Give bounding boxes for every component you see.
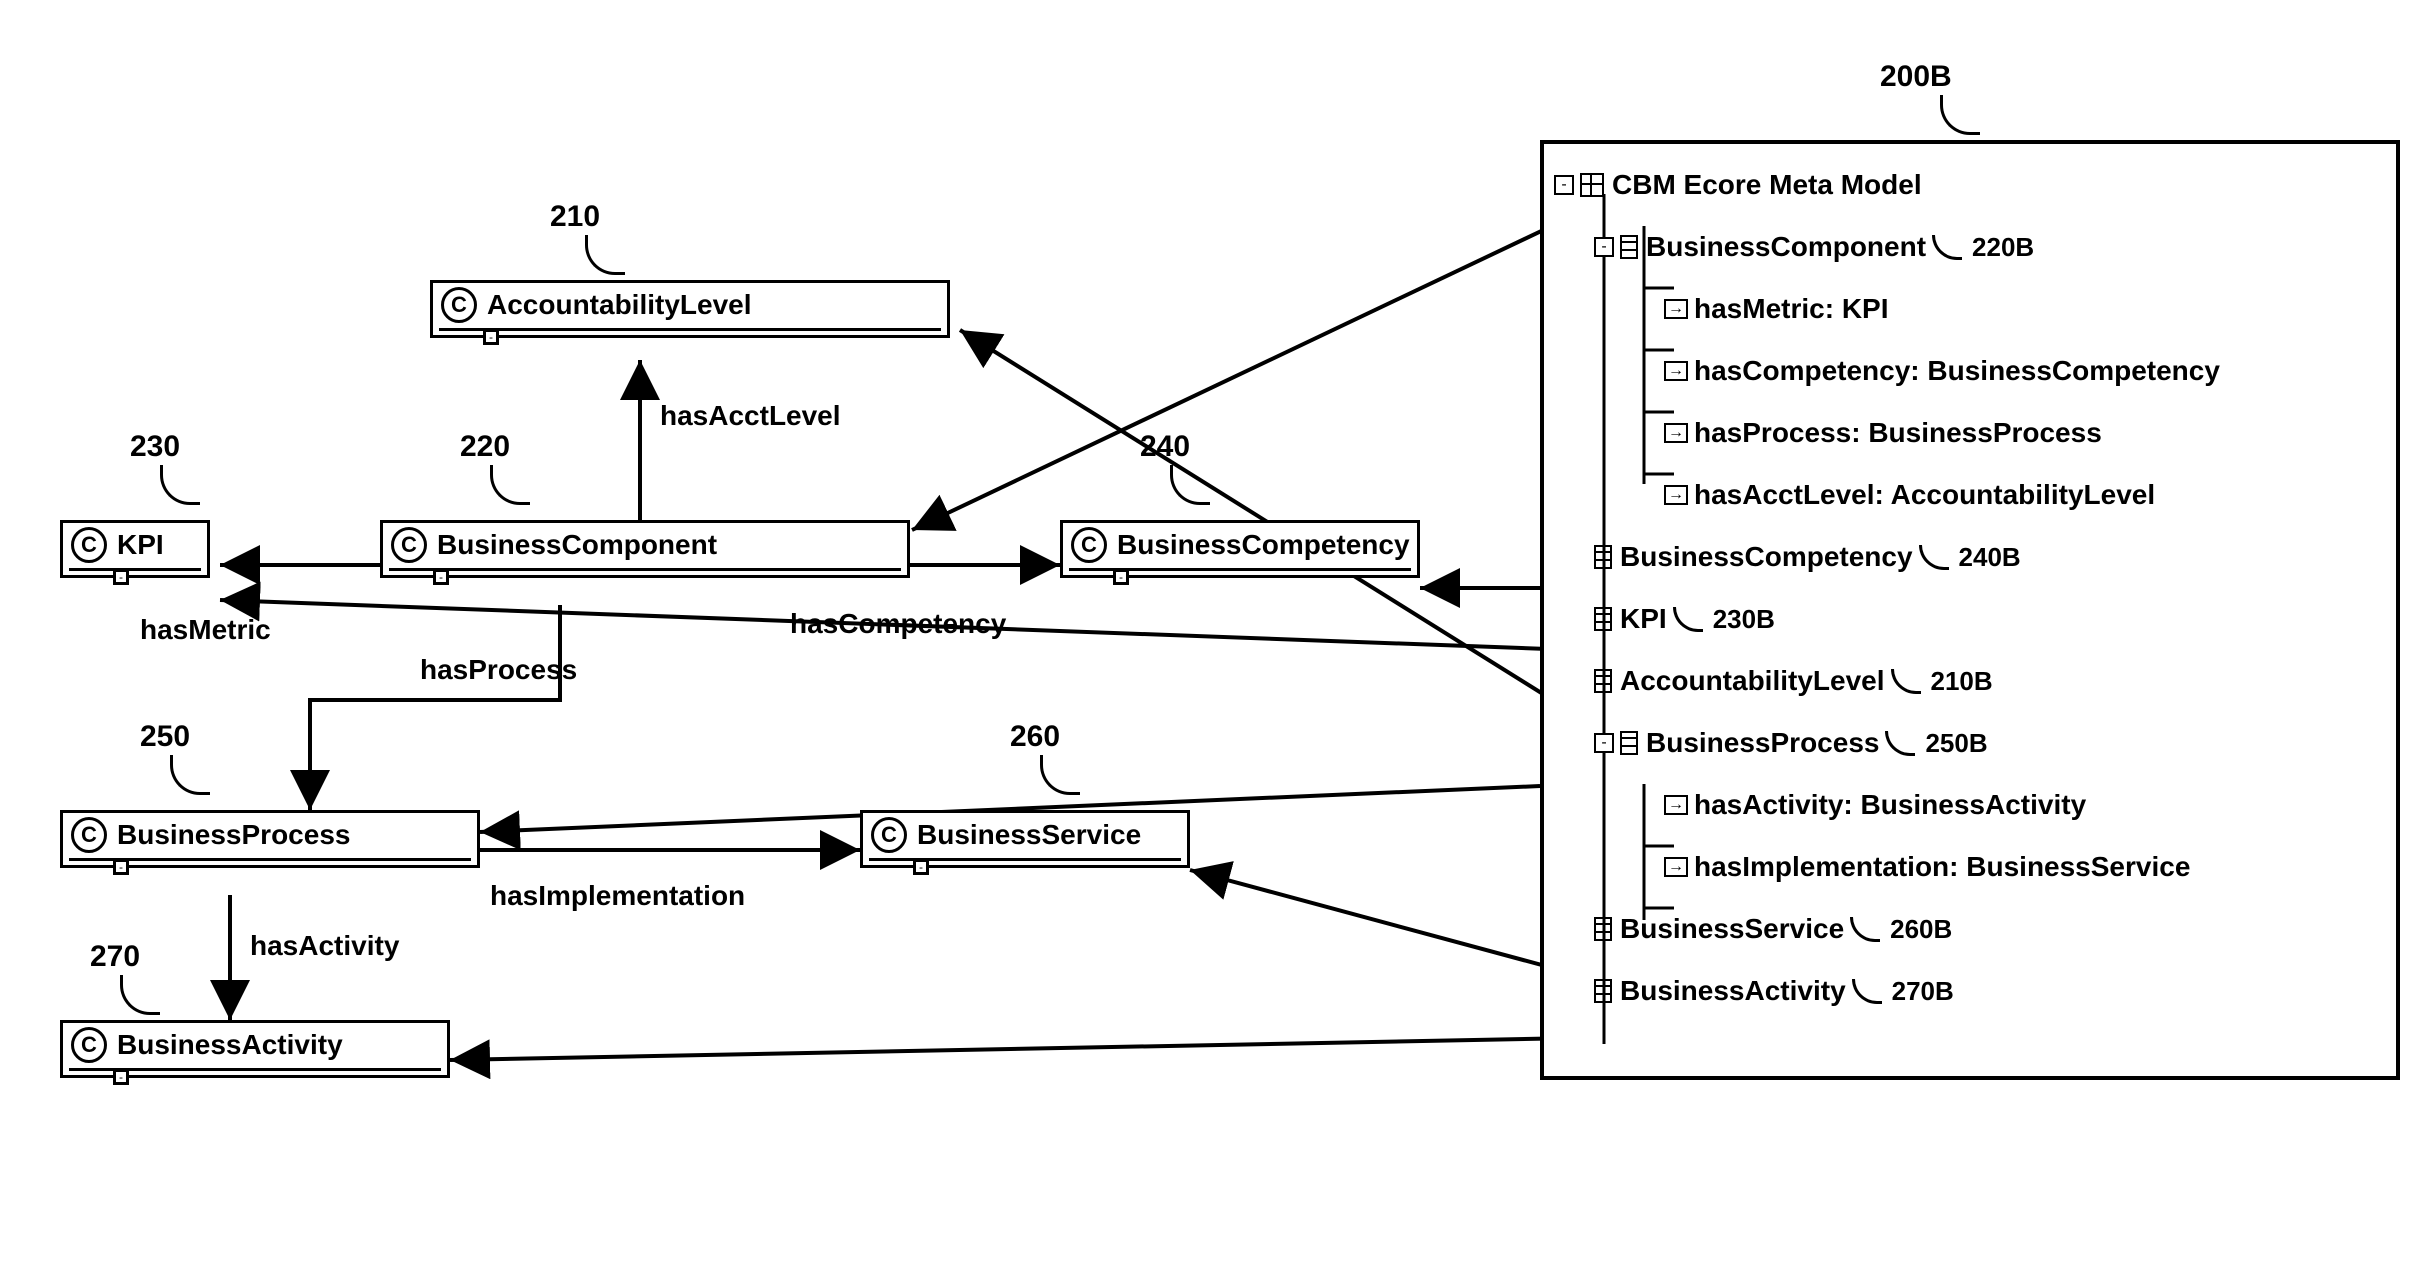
class-icon bbox=[1594, 545, 1612, 569]
class-icon: C bbox=[1071, 527, 1107, 563]
class-name: BusinessCompetency bbox=[1117, 529, 1410, 561]
ref-210: 210 bbox=[550, 200, 600, 234]
class-businesscomponent: C BusinessComponent - bbox=[380, 520, 910, 578]
class-name: KPI bbox=[117, 529, 164, 561]
ref-240b: 240B bbox=[1959, 542, 2021, 573]
tree-node-hasprocess[interactable]: → hasProcess: BusinessProcess bbox=[1554, 402, 2386, 464]
class-icon bbox=[1620, 731, 1638, 755]
class-icon bbox=[1594, 979, 1612, 1003]
class-businessprocess: C BusinessProcess - bbox=[60, 810, 480, 868]
package-icon bbox=[1580, 173, 1604, 197]
class-icon: C bbox=[871, 817, 907, 853]
edge-hasimplementation: hasImplementation bbox=[490, 880, 745, 912]
ref-200b: 200B bbox=[1880, 60, 1952, 94]
collapse-icon[interactable]: - bbox=[1594, 733, 1614, 753]
tree-node-businesscompetency[interactable]: BusinessCompetency 240B bbox=[1554, 526, 2386, 588]
tree-node-hasmetric[interactable]: → hasMetric: KPI bbox=[1554, 278, 2386, 340]
class-icon: C bbox=[71, 1027, 107, 1063]
reference-icon: → bbox=[1664, 361, 1688, 381]
ref-230b: 230B bbox=[1713, 604, 1775, 635]
edge-hasacctlevel: hasAcctLevel bbox=[660, 400, 841, 432]
class-kpi: C KPI - bbox=[60, 520, 210, 578]
ref-260b: 260B bbox=[1890, 914, 1952, 945]
ref-220: 220 bbox=[460, 430, 510, 464]
class-icon bbox=[1594, 917, 1612, 941]
edge-hasprocess: hasProcess bbox=[420, 654, 577, 686]
tree-node-businessactivity[interactable]: BusinessActivity 270B bbox=[1554, 960, 2386, 1022]
ref-230: 230 bbox=[130, 430, 180, 464]
ref-210b: 210B bbox=[1931, 666, 1993, 697]
class-icon: C bbox=[71, 817, 107, 853]
tree-title: CBM Ecore Meta Model bbox=[1612, 169, 1922, 201]
tree-panel: - CBM Ecore Meta Model - BusinessCompone… bbox=[1540, 140, 2400, 1080]
class-icon bbox=[1594, 669, 1612, 693]
reference-icon: → bbox=[1664, 485, 1688, 505]
class-name: AccountabilityLevel bbox=[487, 289, 752, 321]
collapse-icon[interactable]: - bbox=[1554, 175, 1574, 195]
class-icon: C bbox=[441, 287, 477, 323]
ref-220b: 220B bbox=[1972, 232, 2034, 263]
tree-node-accountabilitylevel[interactable]: AccountabilityLevel 210B bbox=[1554, 650, 2386, 712]
class-accountabilitylevel: C AccountabilityLevel - bbox=[430, 280, 950, 338]
reference-icon: → bbox=[1664, 857, 1688, 877]
ref-270b: 270B bbox=[1892, 976, 1954, 1007]
class-businessservice: C BusinessService - bbox=[860, 810, 1190, 868]
tree-node-hasactivity[interactable]: → hasActivity: BusinessActivity bbox=[1554, 774, 2386, 836]
class-name: BusinessService bbox=[917, 819, 1141, 851]
edge-hasactivity: hasActivity bbox=[250, 930, 399, 962]
class-businesscompetency: C BusinessCompetency - bbox=[1060, 520, 1420, 578]
class-icon bbox=[1594, 607, 1612, 631]
tree-node-businessprocess[interactable]: - BusinessProcess 250B bbox=[1554, 712, 2386, 774]
tree-node-businesscomponent[interactable]: - BusinessComponent 220B bbox=[1554, 216, 2386, 278]
reference-icon: → bbox=[1664, 795, 1688, 815]
collapse-icon[interactable]: - bbox=[1594, 237, 1614, 257]
tree-node-hasimplementation[interactable]: → hasImplementation: BusinessService bbox=[1554, 836, 2386, 898]
class-name: BusinessActivity bbox=[117, 1029, 343, 1061]
edge-hascompetency: hasCompetency bbox=[790, 608, 1006, 640]
ref-250b: 250B bbox=[1925, 728, 1987, 759]
class-icon: C bbox=[71, 527, 107, 563]
class-businessactivity: C BusinessActivity - bbox=[60, 1020, 450, 1078]
reference-icon: → bbox=[1664, 423, 1688, 443]
class-name: BusinessComponent bbox=[437, 529, 717, 561]
reference-icon: → bbox=[1664, 299, 1688, 319]
tree-root[interactable]: - CBM Ecore Meta Model bbox=[1554, 154, 2386, 216]
ref-260: 260 bbox=[1010, 720, 1060, 754]
ref-270: 270 bbox=[90, 940, 140, 974]
tree-node-hascompetency[interactable]: → hasCompetency: BusinessCompetency bbox=[1554, 340, 2386, 402]
class-name: BusinessProcess bbox=[117, 819, 350, 851]
tree-node-businessservice[interactable]: BusinessService 260B bbox=[1554, 898, 2386, 960]
edge-hasmetric: hasMetric bbox=[140, 614, 271, 646]
class-icon: C bbox=[391, 527, 427, 563]
class-icon bbox=[1620, 235, 1638, 259]
tree-node-hasacctlevel[interactable]: → hasAcctLevel: AccountabilityLevel bbox=[1554, 464, 2386, 526]
ref-240: 240 bbox=[1140, 430, 1190, 464]
tree-node-kpi[interactable]: KPI 230B bbox=[1554, 588, 2386, 650]
ref-250: 250 bbox=[140, 720, 190, 754]
